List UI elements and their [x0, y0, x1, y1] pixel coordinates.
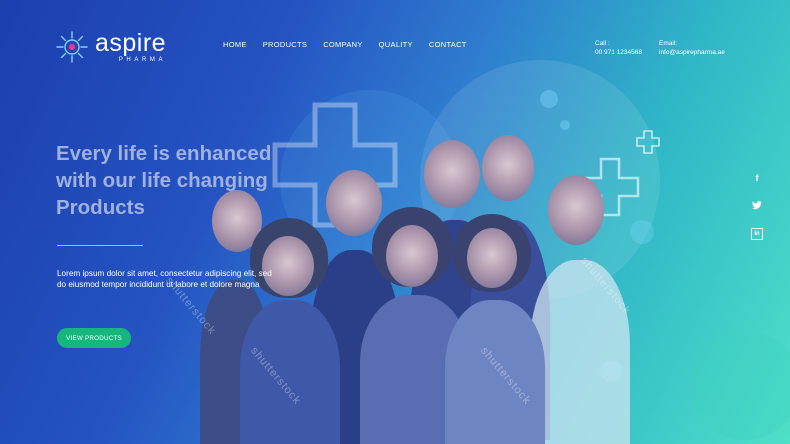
hero-headline: Every life is enhanced with our life cha…	[56, 142, 272, 219]
email-address[interactable]: info@aspirepharma.ae	[659, 48, 725, 57]
nav-company[interactable]: COMPANY	[323, 40, 362, 49]
view-products-button[interactable]: VIEW PRODUCTS	[57, 328, 131, 348]
linkedin-glyph: in	[754, 231, 760, 237]
brand-logo[interactable]: aspire PHARMA	[55, 30, 166, 64]
nav-quality[interactable]: QUALITY	[379, 40, 413, 49]
main-nav: HOME PRODUCTS COMPANY QUALITY CONTACT	[223, 40, 467, 49]
bg-blob	[540, 90, 558, 108]
person	[240, 218, 340, 444]
logo-mark-icon	[56, 31, 88, 63]
contact-call: Call : 00 971 1234568	[595, 39, 642, 57]
call-number[interactable]: 00 971 1234568	[595, 48, 642, 57]
twitter-icon[interactable]	[751, 199, 763, 211]
call-label: Call :	[595, 40, 610, 47]
contact-email: Email: info@aspirepharma.ae	[659, 39, 725, 57]
nav-contact[interactable]: CONTACT	[429, 40, 467, 49]
divider	[57, 245, 143, 246]
bg-blob	[560, 120, 570, 130]
hero-body: Lorem ipsum dolor sit amet, consectetur …	[57, 269, 272, 289]
linkedin-icon[interactable]: in	[751, 228, 763, 240]
person	[445, 214, 545, 444]
bg-blob	[690, 330, 790, 440]
brand-subtitle: PHARMA	[118, 57, 167, 63]
brand-name: aspire	[95, 29, 167, 57]
person	[530, 175, 630, 444]
nav-home[interactable]: HOME	[223, 40, 247, 49]
nav-products[interactable]: PRODUCTS	[263, 40, 308, 49]
hero-section: shutterstock shutterstock shutterstock s…	[0, 0, 790, 444]
email-label: Email:	[659, 40, 678, 47]
facebook-icon[interactable]: f	[751, 172, 763, 184]
